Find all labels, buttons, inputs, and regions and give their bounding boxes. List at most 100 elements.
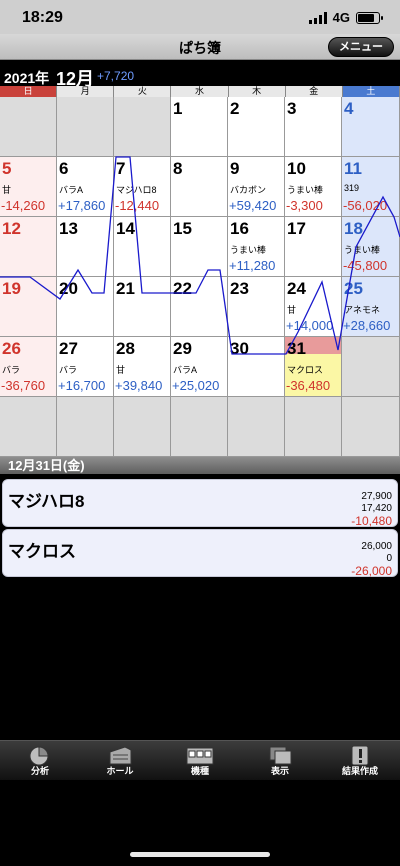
day-machine-name: マジハロ8 xyxy=(116,185,157,195)
calendar-empty-cell xyxy=(342,397,400,457)
calendar-day-cell[interactable]: 27 バラ +16,700 xyxy=(57,337,114,397)
calendar-day-cell[interactable]: 29 バラA +25,020 xyxy=(171,337,228,397)
tab-label: 機種 xyxy=(190,766,209,776)
tab-label: 分析 xyxy=(30,766,49,776)
tab-create-result[interactable]: 結果作成 xyxy=(320,741,400,780)
calendar-day-cell[interactable]: 19 xyxy=(0,277,57,337)
day-machine-name: うまい棒 xyxy=(344,245,381,255)
weekday-mon: 月 xyxy=(57,86,115,97)
navigation-bar: ぱち簿 メニュー xyxy=(0,34,400,60)
weekday-wed: 水 xyxy=(171,86,229,97)
menu-button[interactable]: メニュー xyxy=(328,37,394,57)
weekday-thu: 木 xyxy=(228,86,286,97)
tab-bar: 分析 ホール 機種 表示 結果作成 xyxy=(0,740,400,780)
calendar-day-cell[interactable]: 4 xyxy=(342,97,400,157)
day-balance: -14,260 xyxy=(1,198,46,213)
calendar-day-cell[interactable]: 9 バカボン +59,420 xyxy=(228,157,285,217)
calendar-day-cell[interactable]: 11 319 -56,020 xyxy=(342,157,400,217)
calendar-day-cell[interactable]: 5 甘 -14,260 xyxy=(0,157,57,217)
day-machine-name: バカボン xyxy=(230,185,267,195)
calendar-empty-cell xyxy=(114,397,171,457)
calendar-day-cell[interactable]: 24 甘 +14,000 xyxy=(285,277,342,337)
tab-display[interactable]: 表示 xyxy=(240,741,320,780)
weekday-fri: 金 xyxy=(285,86,343,97)
day-number: 12 xyxy=(2,219,21,238)
day-balance: -36,480 xyxy=(286,378,331,393)
day-number: 15 xyxy=(173,219,192,238)
day-number: 19 xyxy=(2,279,21,298)
day-number: 4 xyxy=(344,99,354,118)
calendar-empty-cell xyxy=(171,397,228,457)
calendar-day-cell[interactable]: 21 xyxy=(114,277,171,337)
day-balance: +16,700 xyxy=(58,378,106,393)
calendar-day-cell[interactable]: 16 うまい棒 +11,280 xyxy=(228,217,285,277)
day-number: 16 xyxy=(230,219,249,238)
display-icon xyxy=(269,746,292,765)
calendar-day-cell[interactable]: 10 うまい棒 -3,300 xyxy=(285,157,342,217)
calendar-day-cell[interactable]: 26 バラ -36,760 xyxy=(0,337,57,397)
calendar-day-cell[interactable]: 20 xyxy=(57,277,114,337)
weekday-sat: 土 xyxy=(342,86,400,97)
calendar-day-cell[interactable]: 30 xyxy=(228,337,285,397)
day-number: 28 xyxy=(116,339,135,358)
result-card[interactable]: マクロス 26,000 0 -26,000 xyxy=(2,529,398,578)
calendar-day-cell[interactable]: 25 アネモネ +28,660 xyxy=(342,277,400,337)
weekday-tue: 火 xyxy=(114,86,172,97)
calendar-day-cell[interactable]: 8 xyxy=(171,157,228,217)
calendar-empty-cell xyxy=(114,97,171,157)
invest-amount: 27,900 xyxy=(361,491,392,502)
calendar-empty-cell xyxy=(57,397,114,457)
recover-amount: 17,420 xyxy=(361,503,392,514)
day-number: 3 xyxy=(287,99,297,118)
calendar-day-cell[interactable]: 1 xyxy=(171,97,228,157)
calendar-day-cell[interactable]: 28 甘 +39,840 xyxy=(114,337,171,397)
day-balance: +11,280 xyxy=(229,258,276,273)
day-number: 10 xyxy=(287,159,306,178)
calendar-day-cell[interactable]: 23 xyxy=(228,277,285,337)
pie-chart-icon xyxy=(29,746,49,766)
status-bar: 18:29 4G xyxy=(0,0,400,34)
network-label: 4G xyxy=(332,10,350,25)
day-number: 24 xyxy=(287,279,306,298)
result-card[interactable]: マジハロ8 27,900 17,420 -10,480 xyxy=(2,479,398,528)
day-number: 1 xyxy=(173,99,183,118)
calendar-day-cell[interactable]: 7 マジハロ8 -12,440 xyxy=(114,157,171,217)
calendar-day-cell[interactable]: 3 xyxy=(285,97,342,157)
calendar-day-cell[interactable]: 17 xyxy=(285,217,342,277)
calendar-day-cell[interactable]: 14 xyxy=(114,217,171,277)
day-balance: +28,660 xyxy=(343,318,391,333)
signal-icon xyxy=(308,11,327,24)
calendar-day-cell[interactable]: 12 xyxy=(0,217,57,277)
day-number: 14 xyxy=(116,219,135,238)
tab-analysis[interactable]: 分析 xyxy=(0,741,80,780)
day-balance: -3,300 xyxy=(286,198,323,213)
weekday-header: 日 月 火 水 木 金 土 xyxy=(0,86,400,97)
calendar-day-cell[interactable]: 22 xyxy=(171,277,228,337)
calendar-empty-cell xyxy=(228,397,285,457)
day-balance: -45,800 xyxy=(343,258,388,273)
day-machine-name: バラ xyxy=(2,365,21,375)
day-number: 23 xyxy=(230,279,249,298)
day-balance: -12,440 xyxy=(115,198,160,213)
pen-icon xyxy=(351,745,369,766)
balance-amount: -26,000 xyxy=(351,564,392,578)
calendar-day-cell[interactable]: 2 xyxy=(228,97,285,157)
tab-hall[interactable]: ホール xyxy=(80,741,160,780)
calendar-day-cell[interactable]: 18 うまい棒 -45,800 xyxy=(342,217,400,277)
calendar-day-cell[interactable]: 15 xyxy=(171,217,228,277)
battery-icon xyxy=(356,11,383,24)
day-number: 18 xyxy=(344,219,363,238)
machine-name: マクロス xyxy=(8,542,76,561)
day-balance: +14,000 xyxy=(286,318,334,333)
tab-machine[interactable]: 機種 xyxy=(160,741,240,780)
day-number: 27 xyxy=(59,339,78,358)
day-number: 17 xyxy=(287,219,306,238)
calendar-day-cell[interactable]: 31 マクロス -36,480 xyxy=(285,337,342,397)
calendar-day-cell[interactable]: 6 バラA +17,860 xyxy=(57,157,114,217)
day-machine-name: 甘 xyxy=(2,185,12,195)
day-number: 25 xyxy=(344,279,363,298)
month-header: 2021年 12月 +7,720 xyxy=(0,60,400,89)
year-label: 2021年 xyxy=(4,70,50,86)
calendar-day-cell[interactable]: 13 xyxy=(57,217,114,277)
day-balance: -36,760 xyxy=(1,378,46,393)
